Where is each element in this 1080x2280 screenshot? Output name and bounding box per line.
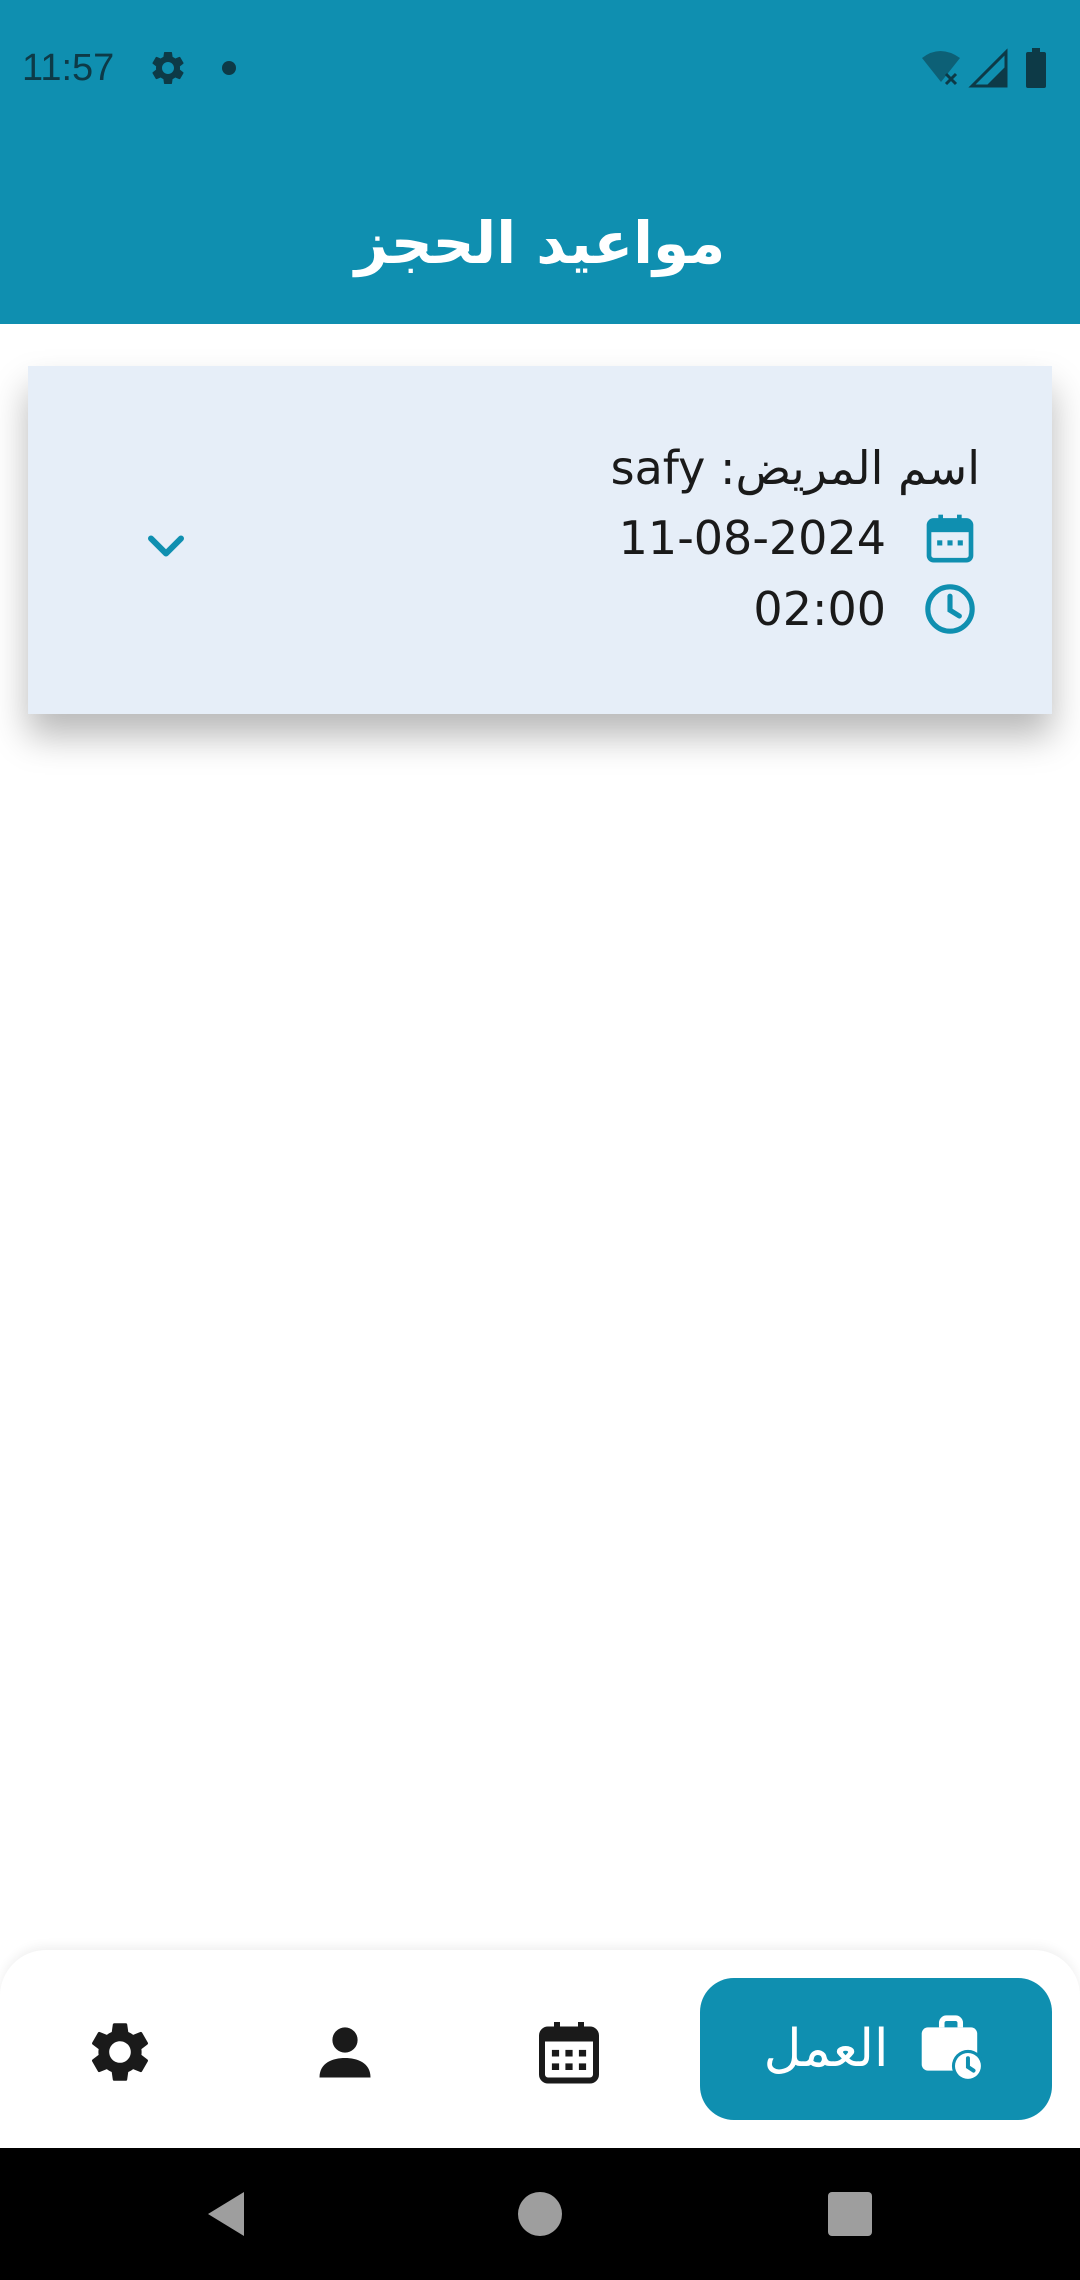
page-title: مواعيد الحجز [354, 209, 726, 277]
chevron-down-icon[interactable] [136, 516, 196, 576]
notification-dot-icon [222, 61, 236, 75]
briefcase-clock-icon [922, 2015, 985, 2082]
home-icon[interactable] [518, 2192, 562, 2236]
status-indicators [922, 48, 1046, 88]
calendar-icon[interactable] [533, 2016, 605, 2088]
appointment-date-row: 11-08-2024 [619, 508, 978, 568]
gear-icon [152, 51, 184, 84]
appointment-card[interactable]: اسم المريض: safy 11-08-2024 02:00 [28, 366, 1052, 714]
clock-icon [925, 584, 975, 634]
person-icon[interactable] [309, 2016, 381, 2088]
appointment-time: 02:00 [753, 582, 886, 636]
back-icon[interactable] [200, 2184, 260, 2244]
gear-icon[interactable] [84, 2016, 156, 2088]
appointment-date: 11-08-2024 [618, 511, 886, 565]
calendar-icon [926, 514, 974, 563]
recents-icon[interactable] [828, 2192, 872, 2236]
status-time: 11:57 [22, 47, 115, 89]
patient-name: safy [610, 441, 706, 495]
system-navigation-bar [0, 2148, 1080, 2280]
app-bar: مواعيد الحجز [0, 136, 1080, 324]
wifi-off-icon [922, 51, 960, 86]
status-bar: 11:57 [0, 0, 1080, 136]
appointment-time-row: 02:00 [753, 579, 978, 639]
bottom-navigation: العمل [0, 1950, 1080, 2148]
patient-label: اسم المريض: [720, 441, 980, 495]
patient-name-line: اسم المريض: safy [611, 438, 980, 498]
battery-icon [1026, 48, 1046, 88]
nav-item-work[interactable]: العمل [700, 1978, 1052, 2120]
nav-work-label: العمل [763, 2019, 889, 2079]
